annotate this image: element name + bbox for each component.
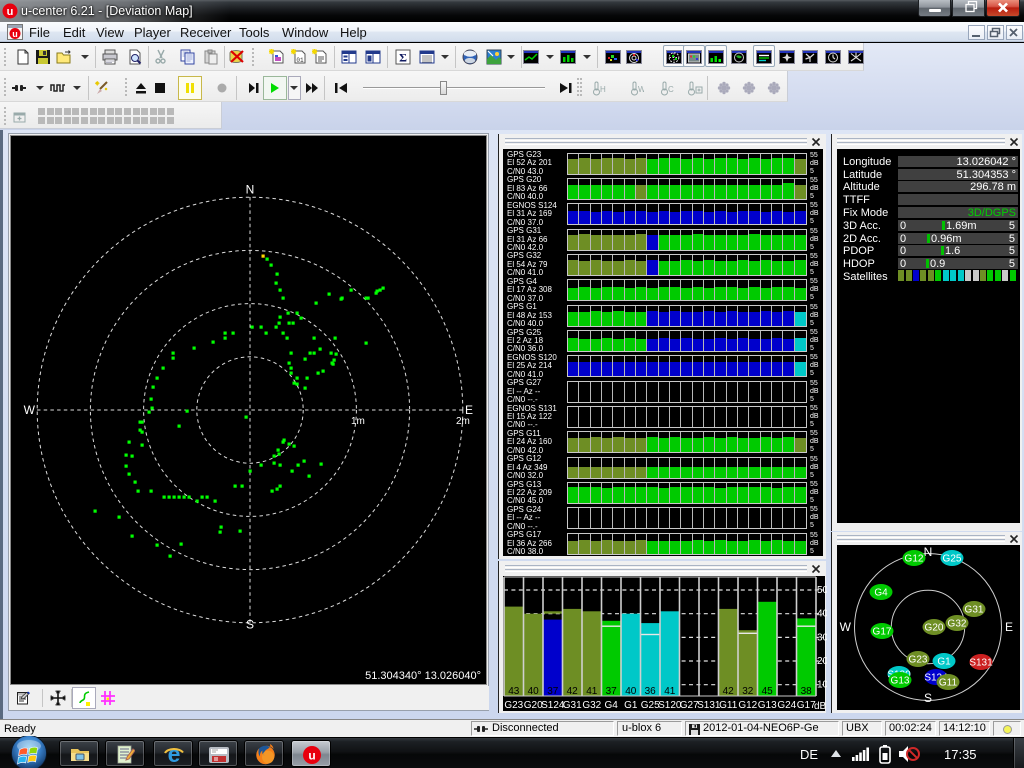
svg-text:10: 10 <box>817 680 827 691</box>
svg-text:G17: G17 <box>797 700 816 711</box>
svg-text:G12: G12 <box>738 700 757 711</box>
svg-text:42: 42 <box>567 686 579 697</box>
svg-text:30: 30 <box>817 632 827 643</box>
svg-text:e: e <box>168 744 181 766</box>
svg-text:36: 36 <box>645 686 657 697</box>
svg-text:50: 50 <box>817 585 827 596</box>
svg-text:G12: G12 <box>905 554 924 565</box>
svg-text:u: u <box>308 749 315 763</box>
svg-text:G25: G25 <box>943 554 962 565</box>
svg-text:37: 37 <box>606 686 618 697</box>
svg-text:E: E <box>465 403 473 417</box>
svg-text:G17: G17 <box>873 627 892 638</box>
svg-text:S120: S120 <box>658 700 682 711</box>
svg-text:G31: G31 <box>965 605 984 616</box>
svg-text:dB: dB <box>814 701 827 711</box>
svg-text:u: u <box>12 29 18 39</box>
svg-text:G31: G31 <box>563 700 582 711</box>
svg-text:E: E <box>1005 620 1013 634</box>
svg-text:S: S <box>924 691 932 705</box>
svg-text:S: S <box>246 618 254 632</box>
svg-text:G20: G20 <box>925 623 944 634</box>
svg-text:W: W <box>638 85 644 94</box>
svg-text:G11: G11 <box>939 678 958 689</box>
svg-text:2m: 2m <box>456 416 470 427</box>
svg-text:u: u <box>7 6 14 18</box>
svg-text:41: 41 <box>664 686 676 697</box>
svg-text:20: 20 <box>817 656 827 667</box>
svg-text:01: 01 <box>296 57 304 64</box>
svg-text:N: N <box>246 183 255 197</box>
svg-text:G4: G4 <box>874 588 888 599</box>
svg-text:S124: S124 <box>541 700 565 711</box>
svg-text:Σ: Σ <box>399 51 407 65</box>
svg-text:G23: G23 <box>909 655 928 666</box>
svg-text:G1: G1 <box>937 657 951 668</box>
svg-text:G11: G11 <box>719 700 738 711</box>
svg-text:G32: G32 <box>948 619 967 630</box>
svg-text:32: 32 <box>742 686 754 697</box>
svg-text:38: 38 <box>801 686 813 697</box>
svg-text:C: C <box>668 85 674 94</box>
svg-text:G23: G23 <box>504 700 523 711</box>
svg-text:W: W <box>24 403 36 417</box>
svg-text:37: 37 <box>547 686 559 697</box>
svg-text:G13: G13 <box>758 700 777 711</box>
svg-text:W: W <box>840 620 852 634</box>
svg-text:G32: G32 <box>582 700 601 711</box>
svg-text:G13: G13 <box>891 676 910 687</box>
svg-text:40: 40 <box>625 686 637 697</box>
svg-text:51.304340° 13.026040°: 51.304340° 13.026040° <box>365 670 481 682</box>
svg-text:S131: S131 <box>969 658 993 669</box>
svg-text:40: 40 <box>817 609 827 620</box>
svg-text:43: 43 <box>508 686 520 697</box>
svg-text:H: H <box>600 85 606 94</box>
svg-text:G4: G4 <box>605 700 619 711</box>
svg-text:41: 41 <box>586 686 598 697</box>
svg-text:42: 42 <box>723 686 735 697</box>
svg-text:S131: S131 <box>697 700 721 711</box>
svg-text:G24: G24 <box>777 700 796 711</box>
svg-text:1m: 1m <box>351 416 365 427</box>
svg-text:G1: G1 <box>624 700 638 711</box>
svg-text:45: 45 <box>762 686 774 697</box>
svg-text:40: 40 <box>528 686 540 697</box>
